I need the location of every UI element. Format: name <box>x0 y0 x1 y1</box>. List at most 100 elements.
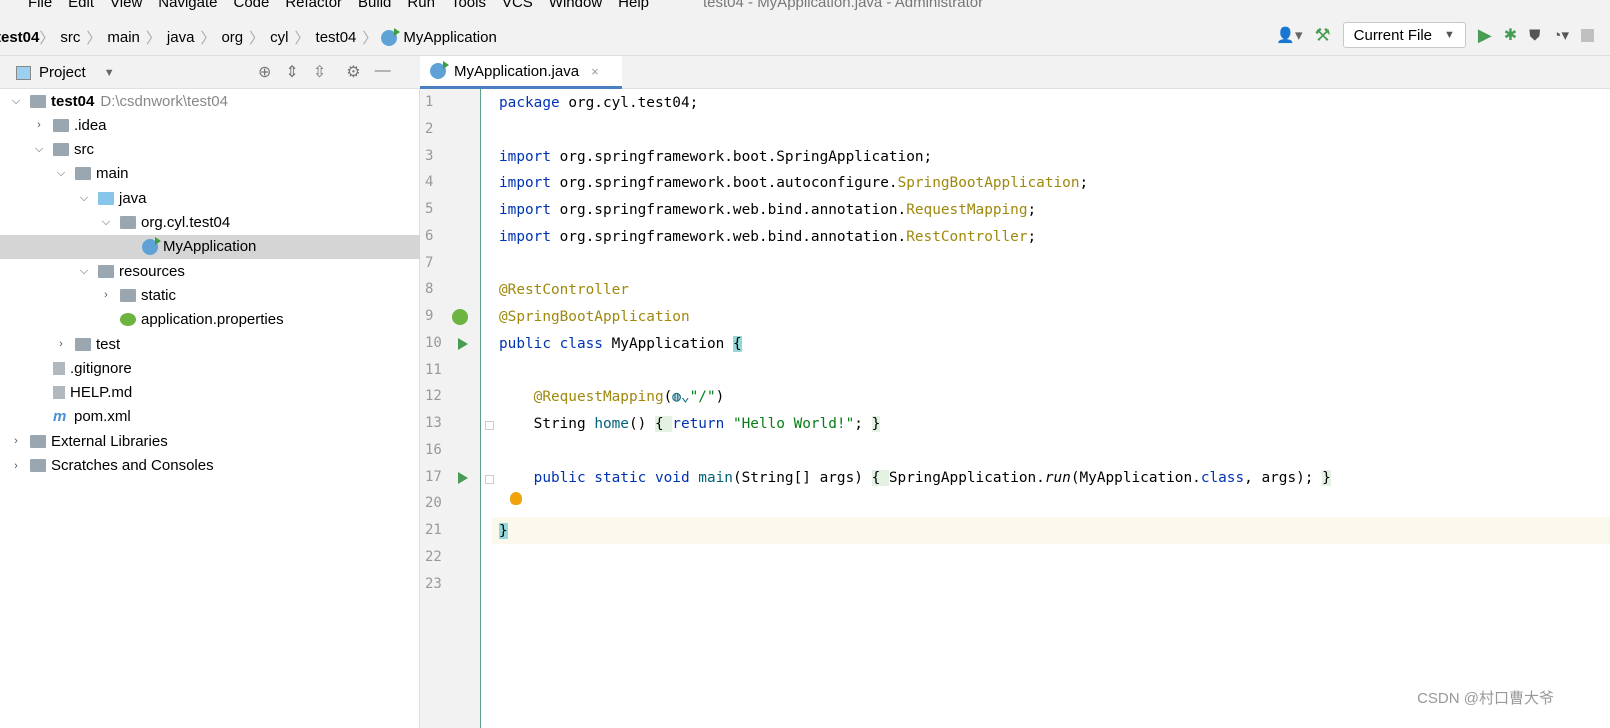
tree-item[interactable]: MyApplication <box>0 234 420 259</box>
debug-icon[interactable]: ✱ <box>1504 25 1517 45</box>
menu-view[interactable]: View <box>110 0 142 11</box>
folder-icon <box>75 167 91 181</box>
code-token: import <box>499 148 560 165</box>
code-line[interactable]: import org.springframework.boot.SpringAp… <box>499 146 932 168</box>
chevron-right-icon[interactable]: › <box>100 289 112 301</box>
locate-icon[interactable]: ⊕ <box>258 62 271 82</box>
code-line[interactable]: public class MyApplication { <box>499 333 742 355</box>
tree-item[interactable]: ⌵ src <box>0 138 420 162</box>
project-panel-header: Project ▼ ⊕ ⇕ ⇳ ⚙ — <box>0 56 420 89</box>
build-hammer-icon[interactable]: ⚒ <box>1315 25 1331 46</box>
run-configuration-select[interactable]: Current File ▼ <box>1342 22 1466 48</box>
minimize-icon[interactable]: — <box>375 62 391 82</box>
run-gutter-icon[interactable] <box>458 338 468 350</box>
code-line[interactable]: @RequestMapping(◍⌄"/") <box>499 386 725 408</box>
menu-file[interactable]: File <box>28 0 52 11</box>
chevron-right-icon[interactable]: › <box>10 460 22 472</box>
coverage-icon[interactable]: ⛊ <box>1529 27 1540 44</box>
breadcrumb-item[interactable]: test04 <box>0 29 39 46</box>
chevron-right-icon[interactable]: › <box>55 338 67 350</box>
breadcrumb-item[interactable]: test04 <box>310 29 363 46</box>
menu-run[interactable]: Run <box>407 0 435 11</box>
tree-item[interactable]: ⌵ test04 D:\csdnwork\test04 <box>0 89 420 113</box>
breadcrumb-item[interactable]: java <box>161 29 201 46</box>
spring-bean-gutter-icon[interactable] <box>452 309 468 325</box>
tab-myapplication-java[interactable]: MyApplication.java × <box>420 56 622 89</box>
chevron-right-icon[interactable]: › <box>10 435 22 447</box>
code-line[interactable]: @SpringBootApplication <box>499 306 690 328</box>
breadcrumb-item[interactable]: src <box>54 29 86 46</box>
menu-refactor[interactable]: Refactor <box>285 0 342 11</box>
expand-all-icon[interactable]: ⇕ <box>285 62 298 82</box>
line-number: 9 <box>425 308 434 324</box>
tree-item[interactable]: › .idea <box>0 113 420 137</box>
user-icon[interactable]: 👤▾ <box>1276 26 1302 44</box>
chevron-down-icon[interactable]: ⌵ <box>10 95 22 108</box>
tree-item[interactable]: ⌵ main <box>0 162 420 186</box>
chevron-down-icon[interactable]: ⌵ <box>78 192 90 205</box>
breadcrumb-separator: 〉 <box>200 30 216 47</box>
collapse-all-icon[interactable]: ⇳ <box>313 62 326 82</box>
tree-item[interactable]: › External Libraries <box>0 429 420 453</box>
profile-icon[interactable]: ◔▾ <box>1552 26 1569 44</box>
code-line[interactable]: @RestController <box>499 279 629 301</box>
code-line[interactable]: public static void main(String[] args) {… <box>499 467 1331 489</box>
menu-help[interactable]: Help <box>618 0 649 11</box>
tree-item[interactable]: › Scratches and Consoles <box>0 454 420 478</box>
breadcrumb-item[interactable]: cyl <box>264 29 294 46</box>
stop-icon[interactable] <box>1581 28 1594 42</box>
menu-edit[interactable]: Edit <box>68 0 94 11</box>
code-line[interactable]: } <box>499 520 508 542</box>
breadcrumb-item[interactable]: org <box>215 29 249 46</box>
tab-label: MyApplication.java <box>454 62 580 80</box>
tree-item[interactable]: application.properties <box>0 308 420 332</box>
code-token: class <box>1200 469 1245 486</box>
fold-icon[interactable] <box>485 421 494 430</box>
fold-icon[interactable] <box>485 475 494 484</box>
tree-item[interactable]: ⌵ resources <box>0 259 420 283</box>
project-panel-title[interactable]: Project <box>39 64 86 81</box>
code-line[interactable]: import org.springframework.boot.autoconf… <box>499 172 1088 194</box>
tree-item[interactable]: m pom.xml <box>0 405 420 429</box>
chevron-down-icon[interactable]: ⌵ <box>78 265 90 278</box>
chevron-down-icon[interactable]: ⌵ <box>100 216 112 229</box>
close-icon[interactable]: × <box>591 64 599 79</box>
breadcrumb-separator: 〉 <box>362 30 378 47</box>
run-gutter-icon[interactable] <box>458 472 468 484</box>
tree-item[interactable]: .gitignore <box>0 356 420 380</box>
chevron-down-icon[interactable]: ▼ <box>104 67 115 79</box>
menu-vcs[interactable]: VCS <box>502 0 533 11</box>
code-token: MyApplication <box>611 335 733 352</box>
tree-item[interactable]: › static <box>0 283 420 307</box>
gear-icon[interactable]: ⚙ <box>346 62 360 82</box>
menu-tools[interactable]: Tools <box>451 0 486 11</box>
code-line[interactable]: import org.springframework.web.bind.anno… <box>499 199 1036 221</box>
code-line[interactable]: package org.cyl.test04; <box>499 92 698 114</box>
toolbar: 👤▾ ⚒ Current File ▼ ▶ ✱ ⛊ ◔▾ <box>1276 22 1610 48</box>
code-token: { <box>871 469 889 486</box>
code-token: "/" <box>689 389 716 406</box>
tree-item-label: resources <box>119 262 185 280</box>
menu-navigate[interactable]: Navigate <box>158 0 217 11</box>
line-number: 1 <box>425 94 434 110</box>
breadcrumb-item[interactable]: main <box>101 29 146 46</box>
tree-item-label: java <box>119 189 147 207</box>
watermark: CSDN @村口曹大爷 <box>1417 690 1554 707</box>
tree-item[interactable]: ⌵ java <box>0 186 420 210</box>
breadcrumb-item[interactable]: MyApplication <box>397 29 502 46</box>
tree-item[interactable]: HELP.md <box>0 381 420 405</box>
chevron-down-icon[interactable]: ⌵ <box>55 167 67 180</box>
chevron-right-icon[interactable]: › <box>33 119 45 131</box>
menu-code[interactable]: Code <box>233 0 269 11</box>
tree-item[interactable]: ⌵ org.cyl.test04 <box>0 211 420 235</box>
menu-window[interactable]: Window <box>549 0 602 11</box>
tree-item[interactable]: › test <box>0 332 420 356</box>
chevron-down-icon[interactable]: ⌵ <box>33 143 45 156</box>
line-number: 20 <box>425 495 442 512</box>
menu-build[interactable]: Build <box>358 0 391 11</box>
lightbulb-icon[interactable] <box>510 492 522 505</box>
code-line[interactable]: String home() { return "Hello World!"; } <box>499 413 881 435</box>
code-token: SpringBootApplication <box>897 175 1080 192</box>
code-line[interactable]: import org.springframework.web.bind.anno… <box>499 226 1036 248</box>
run-icon[interactable]: ▶ <box>1478 25 1492 46</box>
